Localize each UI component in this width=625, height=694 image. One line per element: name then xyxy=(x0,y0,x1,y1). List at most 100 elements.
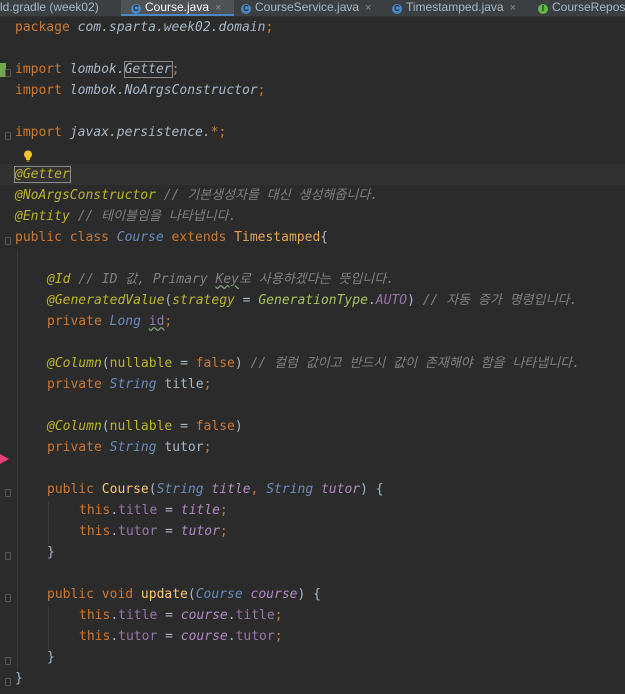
code-token: GenerationType xyxy=(258,293,368,308)
code-token: String xyxy=(266,482,321,497)
tab-build-gradle[interactable]: ld.gradle (week02) xyxy=(0,0,108,16)
code-token: AUTO xyxy=(375,293,408,308)
fold-icon[interactable] xyxy=(5,552,11,560)
breakpoint-icon[interactable] xyxy=(0,454,9,464)
code-token: . xyxy=(110,524,119,539)
text-caret xyxy=(69,166,71,181)
code-token: = xyxy=(157,503,181,518)
code-line: package com.sparta.week02.domain; xyxy=(15,17,273,38)
code-token: title xyxy=(118,503,158,518)
code-line: this.tutor = tutor; xyxy=(79,521,228,542)
code-token: nullable xyxy=(109,419,173,434)
code-token: ) { xyxy=(360,482,384,497)
code-line: private String title; xyxy=(47,374,211,395)
close-icon[interactable]: × xyxy=(365,2,371,14)
code-token: package xyxy=(15,20,78,35)
fold-icon[interactable] xyxy=(5,489,11,497)
code-token: . xyxy=(110,629,119,644)
code-line: } xyxy=(47,542,55,563)
code-token: String xyxy=(156,482,212,497)
fold-icon[interactable] xyxy=(5,69,11,77)
code-token: = xyxy=(157,608,181,623)
code-line: @NoArgsConstructor // 기본생성자를 대신 생성해줍니다. xyxy=(15,185,378,206)
code-token: 로 사용하겠다는 뜻입니다. xyxy=(238,272,395,287)
lightbulb-icon[interactable] xyxy=(23,150,33,162)
fold-icon[interactable] xyxy=(5,678,11,686)
tab-label: CourseService.java xyxy=(255,0,360,14)
code-token: . xyxy=(110,608,119,623)
close-icon[interactable]: × xyxy=(510,2,516,14)
tab-courserepository-java[interactable]: I CourseRepos xyxy=(538,0,625,16)
class-icon: C xyxy=(241,4,251,14)
code-token: @NoArgsConstructor xyxy=(15,188,156,203)
code-token: title xyxy=(118,608,158,623)
code-token: tutor xyxy=(180,524,220,539)
code-line: import lombok.NoArgsConstructor; xyxy=(15,80,265,101)
code-token: ) xyxy=(407,293,423,308)
code-token: title xyxy=(180,503,220,518)
code-token: } xyxy=(15,671,23,686)
code-token: @Entity xyxy=(15,209,70,224)
code-token: false xyxy=(195,419,235,434)
tab-timestamped-java[interactable]: C Timestamped.java × xyxy=(392,0,529,16)
code-token: tutor xyxy=(118,629,158,644)
code-token: public class xyxy=(15,230,117,245)
code-token: this xyxy=(79,524,111,539)
code-token: update xyxy=(140,587,188,602)
code-token: import xyxy=(15,62,70,77)
tab-courseservice-java[interactable]: C CourseService.java × xyxy=(241,0,374,16)
code-token: this xyxy=(79,629,111,644)
code-token: ; xyxy=(203,377,212,392)
code-token: = xyxy=(234,293,259,308)
code-token: = xyxy=(157,524,181,539)
code-token: . xyxy=(367,293,376,308)
fold-icon[interactable] xyxy=(5,594,11,602)
code-token: title xyxy=(211,482,251,497)
code-token: public void xyxy=(47,587,141,602)
fold-icon[interactable] xyxy=(5,132,11,140)
indent-guide xyxy=(17,250,18,670)
code-token: // 자동 증가 명령입니다. xyxy=(422,293,578,308)
code-line: import lombok.Getter; xyxy=(15,59,179,80)
code-token: @Getter xyxy=(14,166,71,183)
code-token: title xyxy=(235,608,275,623)
code-token: Course xyxy=(116,230,172,245)
code-token: id xyxy=(148,314,165,329)
code-token: com.sparta.week02.domain xyxy=(77,20,266,35)
code-token: . xyxy=(227,629,236,644)
code-token: Long xyxy=(109,314,149,329)
code-line: this.title = title; xyxy=(79,500,228,521)
fold-icon[interactable] xyxy=(5,237,11,245)
code-token: ; xyxy=(171,62,180,77)
close-icon[interactable]: × xyxy=(215,2,221,14)
code-line: } xyxy=(15,668,23,689)
fold-icon[interactable] xyxy=(5,657,11,665)
code-token: ( xyxy=(101,356,110,371)
code-token: . xyxy=(110,503,119,518)
code-token: @Column xyxy=(47,419,102,434)
code-line: private String tutor; xyxy=(47,437,211,458)
code-token: = xyxy=(157,629,181,644)
code-line: public void update(Course course) { xyxy=(47,584,321,605)
indent-guide xyxy=(48,607,49,649)
code-token: = xyxy=(172,419,196,434)
editor-tab-bar: ld.gradle (week02) C Course.java × C Course… xyxy=(0,0,625,17)
code-token: // 테이블임을 나타냅니다. xyxy=(69,209,237,224)
code-token: Course xyxy=(101,482,149,497)
code-token: Key xyxy=(215,272,239,287)
code-token: ) xyxy=(234,419,243,434)
tab-label: Timestamped.java xyxy=(406,0,504,14)
code-token: import xyxy=(15,125,70,140)
code-token: , xyxy=(250,482,267,497)
code-token: ) { xyxy=(297,587,321,602)
code-line-current: @Getter xyxy=(0,164,625,185)
tab-course-java[interactable]: C Course.java × xyxy=(121,0,234,16)
code-token: ) xyxy=(234,356,251,371)
code-token: extends xyxy=(171,230,235,245)
code-token: strategy xyxy=(172,293,235,308)
code-token: false xyxy=(195,356,235,371)
code-token: @GeneratedValue xyxy=(47,293,165,308)
code-token: @Column xyxy=(47,356,102,371)
code-line: @Column(nullable = false) // 컬럼 값이고 반드시 … xyxy=(47,353,580,374)
tab-label: ld.gradle (week02) xyxy=(0,0,99,14)
